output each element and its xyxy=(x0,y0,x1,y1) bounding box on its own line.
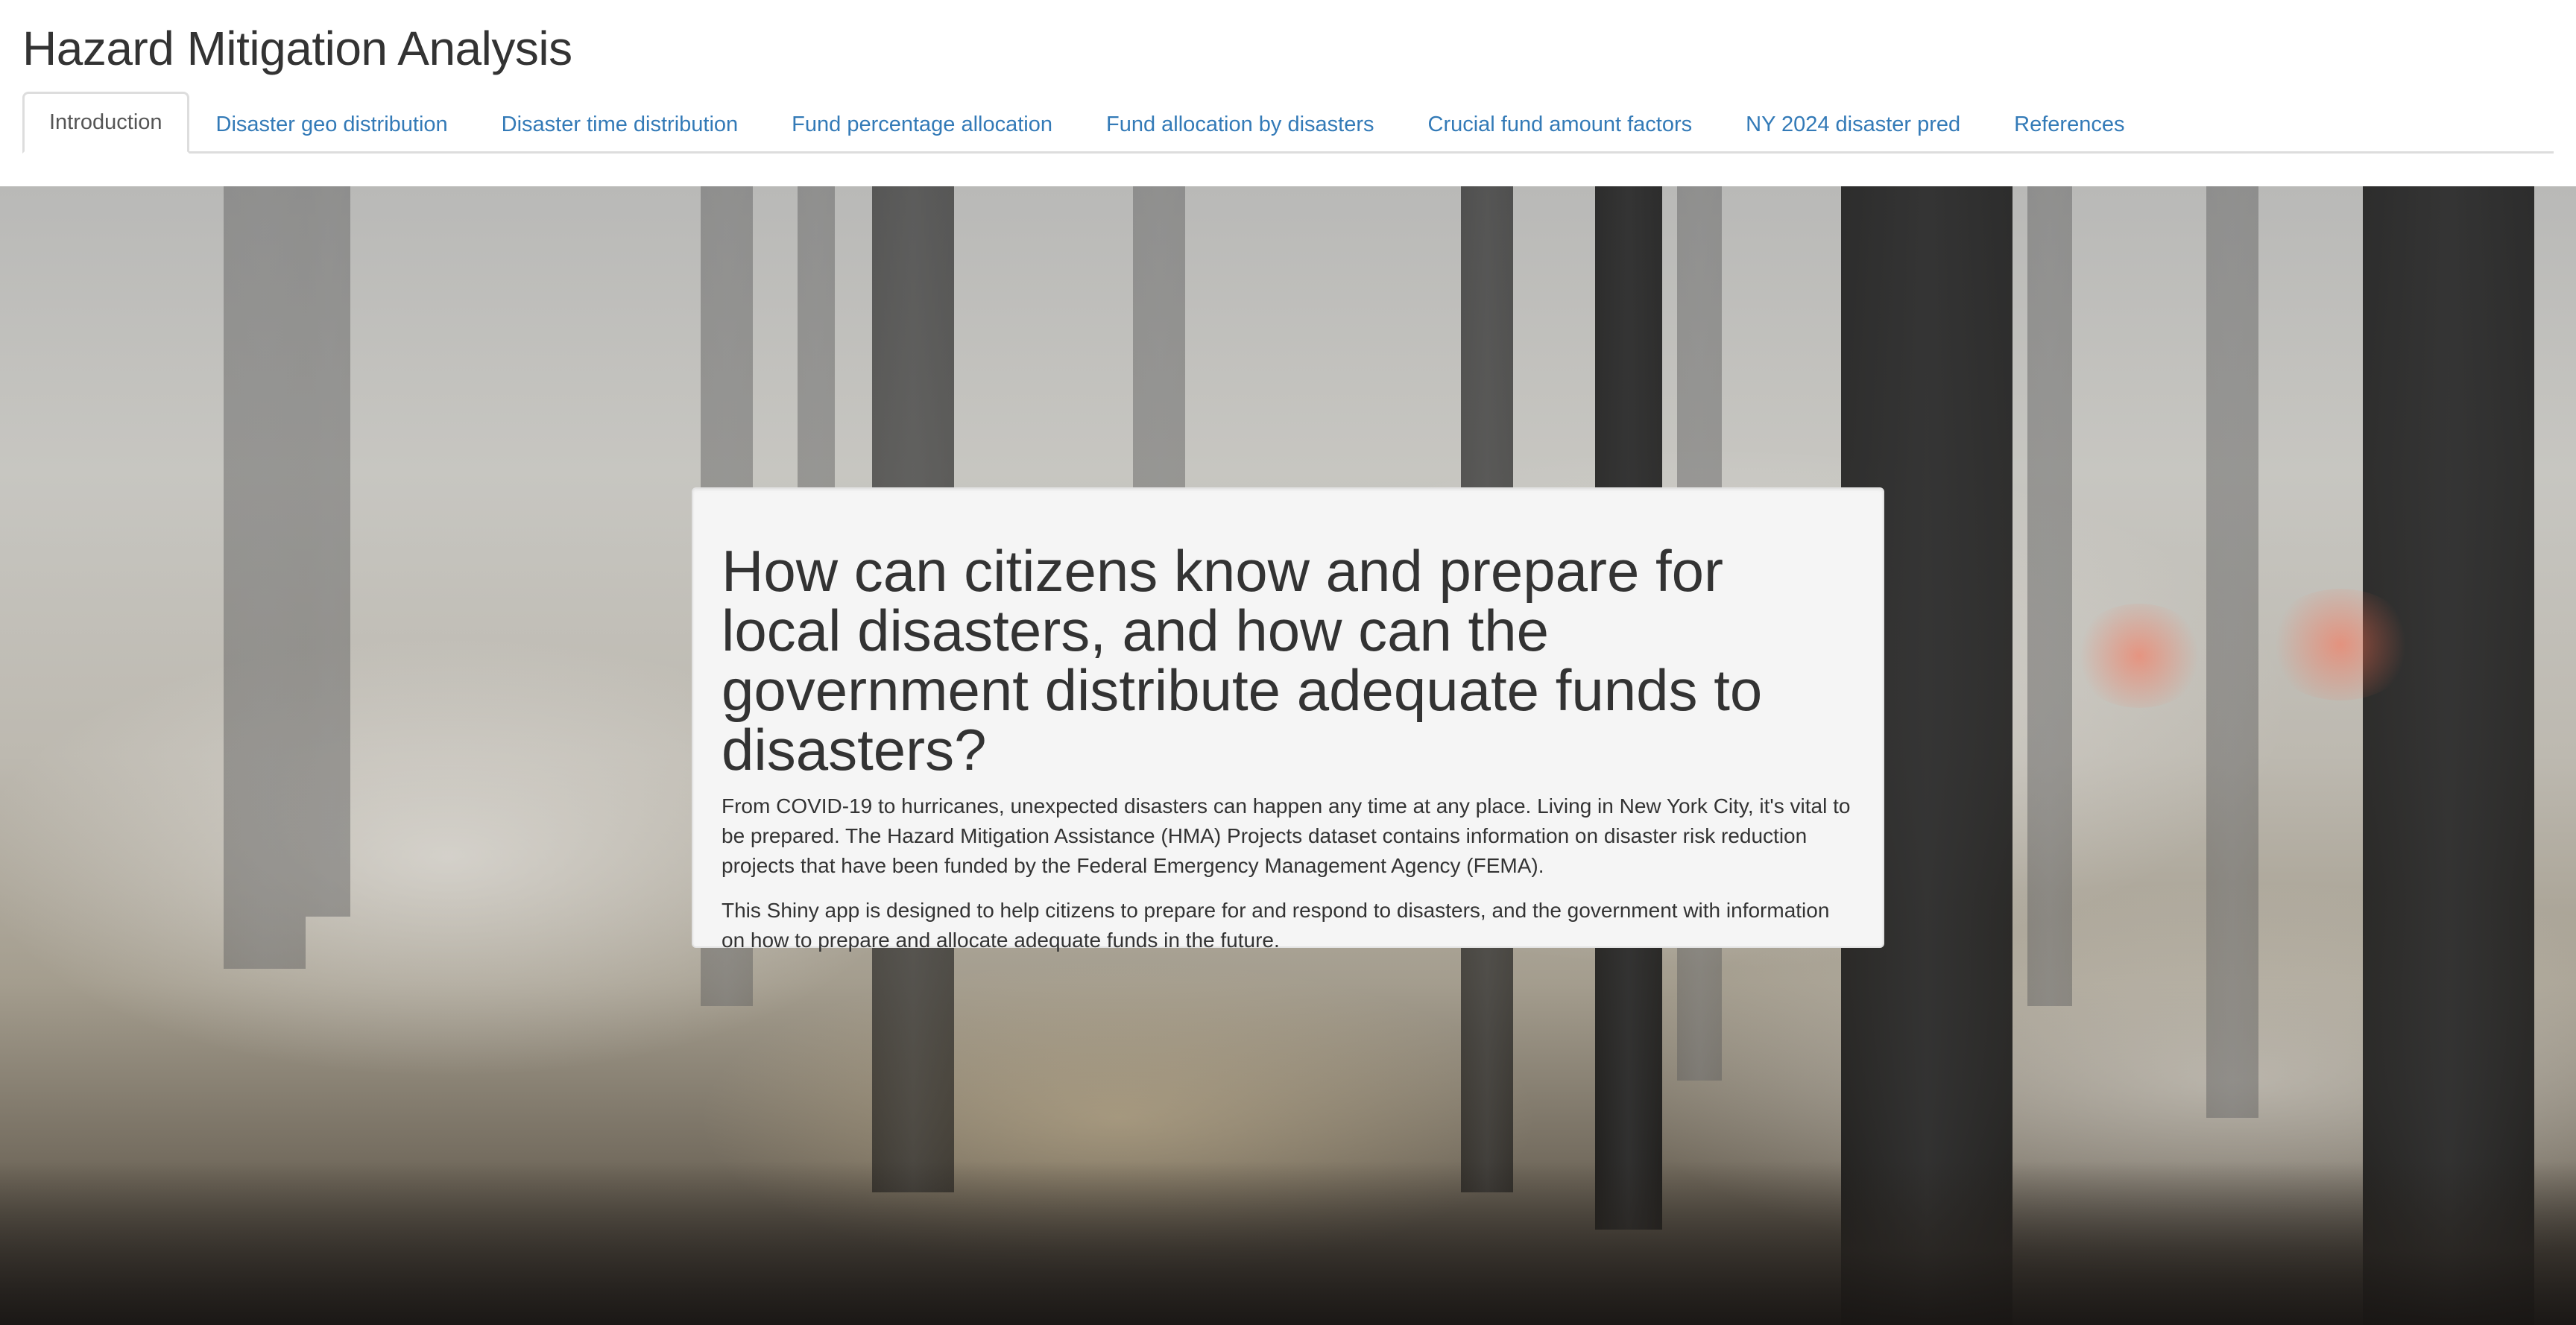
fire-glow xyxy=(2266,589,2415,701)
app-header: Hazard Mitigation Analysis Introduction … xyxy=(0,0,2576,186)
tree-trunk xyxy=(2027,186,2072,1006)
tree-trunk xyxy=(2206,186,2258,1118)
intro-panel: How can citizens know and prepare for lo… xyxy=(692,487,1884,952)
intro-heading: How can citizens know and prepare for lo… xyxy=(722,538,1763,782)
tab-label: Disaster geo distribution xyxy=(215,113,448,136)
tab-label: Introduction xyxy=(49,110,162,134)
tree-trunk xyxy=(2363,186,2534,1325)
forest-floor xyxy=(0,1161,2576,1325)
app-title: Hazard Mitigation Analysis xyxy=(22,22,572,75)
tab-references[interactable]: References xyxy=(1987,94,2151,154)
tab-disaster-time-distribution[interactable]: Disaster time distribution xyxy=(475,94,765,154)
tab-disaster-geo-distribution[interactable]: Disaster geo distribution xyxy=(189,94,475,154)
tab-label: Fund percentage allocation xyxy=(792,113,1053,136)
intro-paragraph-app-purpose: This Shiny app is designed to help citiz… xyxy=(722,899,1830,952)
tab-label: References xyxy=(2014,113,2125,136)
tab-label: Disaster time distribution xyxy=(501,113,739,136)
tab-fund-allocation-by-disasters[interactable]: Fund allocation by disasters xyxy=(1079,94,1401,154)
tab-ny-2024-disaster-pred[interactable]: NY 2024 disaster pred xyxy=(1719,94,1987,154)
tab-introduction[interactable]: Introduction xyxy=(22,92,189,154)
tree-trunk xyxy=(306,186,350,917)
tab-label: Crucial fund amount factors xyxy=(1427,113,1693,136)
tab-bar: Introduction Disaster geo distribution D… xyxy=(22,89,2554,154)
fire-glow xyxy=(2072,604,2206,708)
tab-label: Fund allocation by disasters xyxy=(1106,113,1374,136)
intro-paragraph-dataset: From COVID-19 to hurricanes, unexpected … xyxy=(722,794,1851,877)
tab-label: NY 2024 disaster pred xyxy=(1746,113,1961,136)
tree-trunk xyxy=(224,186,306,969)
hero-background-forest-smoke-image: How can citizens know and prepare for lo… xyxy=(0,186,2576,1325)
tab-crucial-fund-amount-factors[interactable]: Crucial fund amount factors xyxy=(1401,94,1720,154)
tab-fund-percentage-allocation[interactable]: Fund percentage allocation xyxy=(765,94,1079,154)
